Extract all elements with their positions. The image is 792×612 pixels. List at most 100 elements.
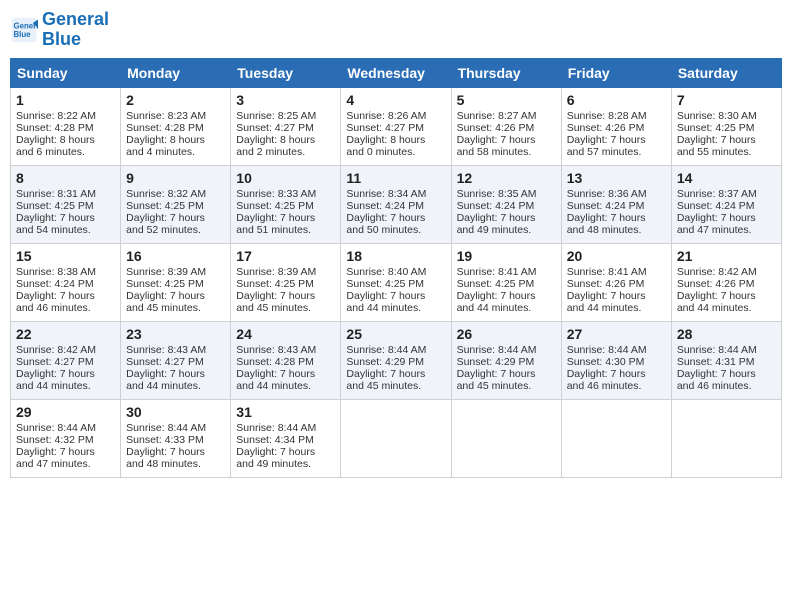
daylight-text: Daylight: 7 hours and 55 minutes. <box>677 134 756 158</box>
sunset-text: Sunset: 4:24 PM <box>16 278 94 290</box>
calendar-cell: 2Sunrise: 8:23 AMSunset: 4:28 PMDaylight… <box>121 87 231 165</box>
calendar-cell: 28Sunrise: 8:44 AMSunset: 4:31 PMDayligh… <box>671 321 781 399</box>
logo: General Blue General Blue <box>10 10 109 50</box>
sunrise-text: Sunrise: 8:44 AM <box>126 422 206 434</box>
calendar-cell: 4Sunrise: 8:26 AMSunset: 4:27 PMDaylight… <box>341 87 451 165</box>
sunset-text: Sunset: 4:24 PM <box>567 200 645 212</box>
sunrise-text: Sunrise: 8:34 AM <box>346 188 426 200</box>
daylight-text: Daylight: 7 hours and 49 minutes. <box>457 212 536 236</box>
sunset-text: Sunset: 4:27 PM <box>346 122 424 134</box>
sunset-text: Sunset: 4:28 PM <box>126 122 204 134</box>
day-number: 21 <box>677 248 776 264</box>
sunset-text: Sunset: 4:25 PM <box>236 200 314 212</box>
daylight-text: Daylight: 7 hours and 46 minutes. <box>16 290 95 314</box>
day-number: 31 <box>236 404 335 420</box>
sunrise-text: Sunrise: 8:43 AM <box>236 344 316 356</box>
week-row-2: 8Sunrise: 8:31 AMSunset: 4:25 PMDaylight… <box>11 165 782 243</box>
sunset-text: Sunset: 4:24 PM <box>677 200 755 212</box>
daylight-text: Daylight: 7 hours and 52 minutes. <box>126 212 205 236</box>
week-row-1: 1Sunrise: 8:22 AMSunset: 4:28 PMDaylight… <box>11 87 782 165</box>
daylight-text: Daylight: 7 hours and 51 minutes. <box>236 212 315 236</box>
sunset-text: Sunset: 4:27 PM <box>236 122 314 134</box>
calendar-cell: 15Sunrise: 8:38 AMSunset: 4:24 PMDayligh… <box>11 243 121 321</box>
sunrise-text: Sunrise: 8:30 AM <box>677 110 757 122</box>
day-number: 16 <box>126 248 225 264</box>
calendar-cell: 1Sunrise: 8:22 AMSunset: 4:28 PMDaylight… <box>11 87 121 165</box>
sunrise-text: Sunrise: 8:41 AM <box>567 266 647 278</box>
calendar-cell: 7Sunrise: 8:30 AMSunset: 4:25 PMDaylight… <box>671 87 781 165</box>
sunrise-text: Sunrise: 8:27 AM <box>457 110 537 122</box>
sunrise-text: Sunrise: 8:32 AM <box>126 188 206 200</box>
daylight-text: Daylight: 7 hours and 45 minutes. <box>457 368 536 392</box>
day-number: 30 <box>126 404 225 420</box>
sunset-text: Sunset: 4:29 PM <box>457 356 535 368</box>
daylight-text: Daylight: 7 hours and 44 minutes. <box>457 290 536 314</box>
sunset-text: Sunset: 4:26 PM <box>457 122 535 134</box>
sunset-text: Sunset: 4:24 PM <box>457 200 535 212</box>
sunset-text: Sunset: 4:25 PM <box>457 278 535 290</box>
sunset-text: Sunset: 4:34 PM <box>236 434 314 446</box>
sunrise-text: Sunrise: 8:44 AM <box>567 344 647 356</box>
daylight-text: Daylight: 7 hours and 58 minutes. <box>457 134 536 158</box>
daylight-text: Daylight: 8 hours and 6 minutes. <box>16 134 95 158</box>
sunset-text: Sunset: 4:26 PM <box>567 122 645 134</box>
daylight-text: Daylight: 7 hours and 48 minutes. <box>567 212 646 236</box>
sunrise-text: Sunrise: 8:44 AM <box>346 344 426 356</box>
week-row-5: 29Sunrise: 8:44 AMSunset: 4:32 PMDayligh… <box>11 399 782 477</box>
calendar-cell: 31Sunrise: 8:44 AMSunset: 4:34 PMDayligh… <box>231 399 341 477</box>
sunrise-text: Sunrise: 8:44 AM <box>16 422 96 434</box>
daylight-text: Daylight: 7 hours and 50 minutes. <box>346 212 425 236</box>
day-number: 22 <box>16 326 115 342</box>
calendar-cell <box>671 399 781 477</box>
day-number: 7 <box>677 92 776 108</box>
sunset-text: Sunset: 4:28 PM <box>16 122 94 134</box>
day-number: 20 <box>567 248 666 264</box>
sunrise-text: Sunrise: 8:28 AM <box>567 110 647 122</box>
daylight-text: Daylight: 7 hours and 45 minutes. <box>346 368 425 392</box>
daylight-text: Daylight: 7 hours and 44 minutes. <box>567 290 646 314</box>
sunrise-text: Sunrise: 8:38 AM <box>16 266 96 278</box>
daylight-text: Daylight: 7 hours and 44 minutes. <box>16 368 95 392</box>
sunrise-text: Sunrise: 8:43 AM <box>126 344 206 356</box>
weekday-header-tuesday: Tuesday <box>231 58 341 87</box>
sunrise-text: Sunrise: 8:33 AM <box>236 188 316 200</box>
day-number: 27 <box>567 326 666 342</box>
sunset-text: Sunset: 4:27 PM <box>126 356 204 368</box>
calendar-cell: 6Sunrise: 8:28 AMSunset: 4:26 PMDaylight… <box>561 87 671 165</box>
day-number: 8 <box>16 170 115 186</box>
sunset-text: Sunset: 4:32 PM <box>16 434 94 446</box>
sunset-text: Sunset: 4:25 PM <box>126 278 204 290</box>
sunrise-text: Sunrise: 8:39 AM <box>126 266 206 278</box>
weekday-header-sunday: Sunday <box>11 58 121 87</box>
calendar-cell <box>341 399 451 477</box>
daylight-text: Daylight: 7 hours and 45 minutes. <box>236 290 315 314</box>
calendar-cell: 24Sunrise: 8:43 AMSunset: 4:28 PMDayligh… <box>231 321 341 399</box>
calendar-cell <box>561 399 671 477</box>
weekday-header-saturday: Saturday <box>671 58 781 87</box>
calendar-cell: 22Sunrise: 8:42 AMSunset: 4:27 PMDayligh… <box>11 321 121 399</box>
sunset-text: Sunset: 4:25 PM <box>126 200 204 212</box>
sunrise-text: Sunrise: 8:31 AM <box>16 188 96 200</box>
sunset-text: Sunset: 4:25 PM <box>346 278 424 290</box>
calendar-cell: 10Sunrise: 8:33 AMSunset: 4:25 PMDayligh… <box>231 165 341 243</box>
weekday-header-monday: Monday <box>121 58 231 87</box>
sunset-text: Sunset: 4:30 PM <box>567 356 645 368</box>
daylight-text: Daylight: 7 hours and 46 minutes. <box>567 368 646 392</box>
daylight-text: Daylight: 7 hours and 44 minutes. <box>126 368 205 392</box>
svg-text:Blue: Blue <box>14 30 32 39</box>
daylight-text: Daylight: 7 hours and 45 minutes. <box>126 290 205 314</box>
daylight-text: Daylight: 8 hours and 0 minutes. <box>346 134 425 158</box>
calendar-cell: 18Sunrise: 8:40 AMSunset: 4:25 PMDayligh… <box>341 243 451 321</box>
daylight-text: Daylight: 7 hours and 44 minutes. <box>346 290 425 314</box>
calendar-cell: 12Sunrise: 8:35 AMSunset: 4:24 PMDayligh… <box>451 165 561 243</box>
sunset-text: Sunset: 4:28 PM <box>236 356 314 368</box>
day-number: 11 <box>346 170 445 186</box>
sunset-text: Sunset: 4:33 PM <box>126 434 204 446</box>
sunset-text: Sunset: 4:25 PM <box>236 278 314 290</box>
sunset-text: Sunset: 4:26 PM <box>677 278 755 290</box>
daylight-text: Daylight: 7 hours and 47 minutes. <box>677 212 756 236</box>
sunset-text: Sunset: 4:29 PM <box>346 356 424 368</box>
sunrise-text: Sunrise: 8:22 AM <box>16 110 96 122</box>
calendar-cell: 27 Sunrise: 8:44 AMSunset: 4:30 PMDayligh… <box>561 321 671 399</box>
week-row-3: 15Sunrise: 8:38 AMSunset: 4:24 PMDayligh… <box>11 243 782 321</box>
